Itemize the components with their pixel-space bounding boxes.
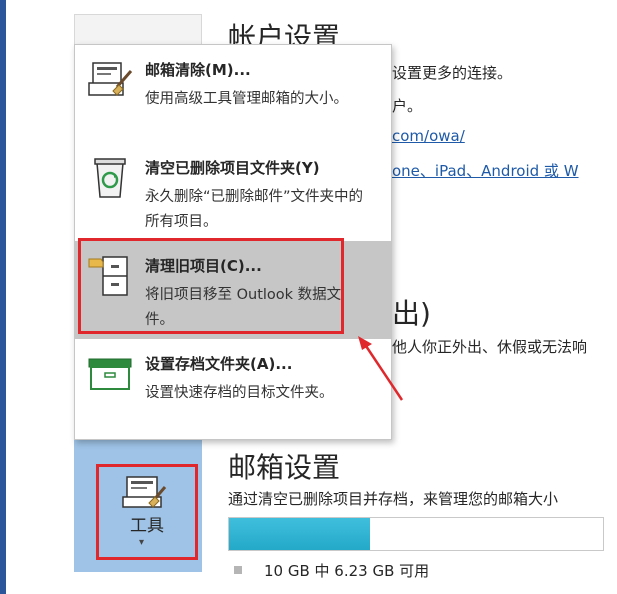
storage-progress-fill [229, 518, 370, 550]
storage-progress-bar [228, 517, 604, 551]
auto-reply-desc: 他人你正外出、休假或无法响 [392, 338, 588, 356]
menu-item-title: 设置存档文件夹(A)... [145, 355, 293, 373]
devices-link[interactable]: one、iPad、Android 或 W [392, 160, 579, 181]
menu-item-empty-deleted[interactable]: 清空已删除项目文件夹(Y) 永久删除“已删除邮件”文件夹中的所有项目。 [75, 143, 391, 239]
left-accent-bar [0, 0, 6, 594]
mailbox-settings-desc: 通过清空已删除项目并存档，来管理您的邮箱大小 [228, 490, 559, 508]
menu-item-title: 清空已删除项目文件夹(Y) [145, 159, 320, 177]
archive-box-icon [88, 358, 132, 390]
account-settings-line-2: 户。 [392, 97, 423, 115]
menu-item-desc: 永久删除“已删除邮件”文件夹中的所有项目。 [145, 189, 364, 230]
menu-item-title: 邮箱清除(M)... [145, 61, 251, 79]
annotation-arrow-icon [358, 336, 404, 401]
owa-link[interactable]: com/owa/ [392, 127, 465, 145]
chevron-down-icon: ▾ [139, 537, 145, 548]
annotation-highlight-box [78, 238, 344, 334]
tools-button[interactable]: 工具 ▾ [96, 464, 198, 560]
menu-item-desc: 使用高级工具管理邮箱的大小。 [145, 91, 348, 107]
mailbox-cleanup-icon [88, 62, 133, 96]
mailbox-settings-title: 邮箱设置 [228, 451, 341, 484]
menu-item-desc: 设置快速存档的目标文件夹。 [145, 385, 334, 401]
recycle-bin-icon [94, 158, 126, 198]
account-settings-line-1: 设置更多的连接。 [392, 64, 513, 82]
menu-item-mailbox-cleanup[interactable]: 邮箱清除(M)... 使用高级工具管理邮箱的大小。 [75, 45, 391, 143]
mailbox-tools-icon [122, 476, 167, 508]
tools-button-label: 工具 [130, 516, 164, 536]
storage-legend-swatch [234, 566, 242, 574]
storage-text: 10 GB 中 6.23 GB 可用 [264, 562, 430, 580]
